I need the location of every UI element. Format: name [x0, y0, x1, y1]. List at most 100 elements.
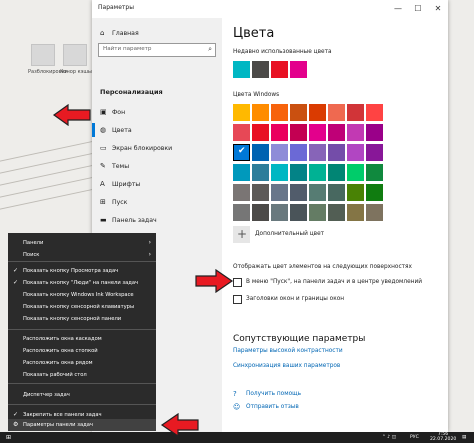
search-input[interactable]: Найти параметр ⌕	[98, 43, 216, 57]
maximize-button[interactable]: ☐	[408, 0, 428, 18]
color-swatch[interactable]	[309, 144, 326, 161]
menu-item[interactable]: Расположить окна каскадом	[8, 333, 156, 345]
check-icon: ✓	[13, 279, 19, 286]
sync-settings-link[interactable]: Синхронизация ваших параметров	[233, 363, 340, 369]
recent-color-swatch[interactable]	[290, 61, 307, 78]
color-swatch[interactable]	[290, 164, 307, 181]
menu-separator	[8, 329, 156, 330]
color-swatch[interactable]	[271, 204, 288, 221]
menu-item[interactable]: Показать кнопку сенсорной клавиатуры	[8, 301, 156, 313]
sidebar-item-home[interactable]: ⌂ Главная	[100, 26, 139, 40]
titlebars-checkbox[interactable]	[233, 295, 242, 304]
color-swatch[interactable]	[290, 184, 307, 201]
home-icon: ⌂	[100, 29, 105, 37]
color-swatch[interactable]	[290, 124, 307, 141]
color-swatch[interactable]	[252, 164, 269, 181]
color-swatch[interactable]	[347, 144, 364, 161]
color-swatch[interactable]	[252, 204, 269, 221]
color-swatch[interactable]	[233, 184, 250, 201]
color-swatch[interactable]	[271, 184, 288, 201]
page-title: Цвета	[233, 26, 275, 41]
color-swatch[interactable]	[271, 104, 288, 121]
color-swatch[interactable]	[328, 184, 345, 201]
color-swatch[interactable]	[347, 104, 364, 121]
title-bar[interactable]: Параметры — ☐ ✕	[92, 0, 448, 18]
color-swatch[interactable]	[328, 204, 345, 221]
color-swatch[interactable]	[366, 184, 383, 201]
sidebar-item-colors[interactable]: ◍ Цвета	[100, 123, 132, 137]
sidebar-item-themes[interactable]: ✎ Темы	[100, 159, 129, 173]
color-swatch[interactable]: ✔	[233, 144, 250, 161]
sidebar-item-background[interactable]: ▣ Фон	[100, 105, 125, 119]
menu-item[interactable]: ⚙ Параметры панели задач	[8, 419, 156, 431]
menu-item[interactable]: Показать кнопку Windows Ink Workspace	[8, 289, 156, 301]
menu-item[interactable]: Показать кнопку сенсорной панели	[8, 313, 156, 325]
sidebar-item-fonts[interactable]: A Шрифты	[100, 177, 140, 191]
minimize-button[interactable]: —	[388, 0, 408, 18]
menu-item[interactable]: Панели ›	[8, 237, 156, 249]
menu-item[interactable]: Расположить окна стопкой	[8, 345, 156, 357]
color-swatch[interactable]	[233, 124, 250, 141]
clock[interactable]: 7:56 22.07.2020	[430, 432, 456, 442]
color-swatch[interactable]	[252, 144, 269, 161]
menu-item[interactable]: ✓ Показать кнопку Просмотра задач	[8, 265, 156, 277]
color-swatch[interactable]	[328, 124, 345, 141]
section-title: Персонализация	[100, 88, 163, 96]
sidebar-item-taskbar[interactable]: ▬ Панель задач	[100, 213, 157, 227]
color-swatch[interactable]	[233, 164, 250, 181]
feedback-link[interactable]: Отправить отзыв	[246, 404, 299, 410]
sidebar-item-start[interactable]: ⊞ Пуск	[100, 195, 127, 209]
color-swatch[interactable]	[328, 164, 345, 181]
color-swatch[interactable]	[328, 104, 345, 121]
recent-color-swatch[interactable]	[252, 61, 269, 78]
color-swatch[interactable]	[366, 144, 383, 161]
high-contrast-link[interactable]: Параметры высокой контрастности	[233, 348, 343, 354]
color-swatch[interactable]	[252, 124, 269, 141]
close-button[interactable]: ✕	[428, 0, 448, 18]
color-swatch[interactable]	[347, 204, 364, 221]
color-swatch[interactable]	[233, 204, 250, 221]
color-swatch[interactable]	[309, 204, 326, 221]
color-swatch[interactable]	[271, 124, 288, 141]
color-swatch[interactable]	[290, 204, 307, 221]
menu-item-label: Показать кнопку Windows Ink Workspace	[23, 292, 134, 298]
menu-item[interactable]: ✓ Показать кнопку "Люди" на панели задач	[8, 277, 156, 289]
color-swatch[interactable]	[366, 164, 383, 181]
get-help-link[interactable]: Получить помощь	[246, 391, 301, 397]
desktop-icon[interactable]: Разблокировки	[28, 44, 68, 75]
color-swatch[interactable]	[290, 144, 307, 161]
color-swatch[interactable]	[366, 104, 383, 121]
color-swatch[interactable]	[233, 104, 250, 121]
tray-icons[interactable]: ⌃ ♪ ◫	[382, 435, 396, 440]
color-swatch[interactable]	[252, 104, 269, 121]
color-swatch[interactable]	[271, 144, 288, 161]
color-swatch[interactable]	[347, 124, 364, 141]
recent-color-swatch[interactable]	[233, 61, 250, 78]
menu-separator	[8, 261, 156, 262]
notification-icon[interactable]: ▤	[462, 435, 466, 440]
recent-color-swatch[interactable]	[271, 61, 288, 78]
desktop-icon[interactable]: Хонор кэшыми	[60, 44, 99, 75]
color-swatch[interactable]	[347, 164, 364, 181]
menu-item[interactable]: Диспетчер задач	[8, 389, 156, 401]
color-swatch[interactable]	[309, 184, 326, 201]
color-swatch[interactable]	[290, 104, 307, 121]
menu-item[interactable]: Показать рабочий стол	[8, 369, 156, 381]
color-swatch[interactable]	[347, 184, 364, 201]
color-swatch[interactable]	[309, 164, 326, 181]
menu-item[interactable]: Поиск ›	[8, 249, 156, 261]
language-indicator[interactable]: РУС	[410, 435, 419, 440]
color-swatch[interactable]	[271, 164, 288, 181]
taskbar: ⊞ ⌃ ♪ ◫ РУС 7:56 22.07.2020 ▤	[0, 432, 474, 443]
color-swatch[interactable]	[252, 184, 269, 201]
color-swatch[interactable]	[366, 124, 383, 141]
color-swatch[interactable]	[309, 104, 326, 121]
windows-start-icon[interactable]: ⊞	[6, 435, 11, 441]
color-swatch[interactable]	[309, 124, 326, 141]
color-swatch[interactable]	[366, 204, 383, 221]
sidebar-item-lock-screen[interactable]: ▭ Экран блокировки	[100, 141, 172, 155]
custom-color-button[interactable]: +	[233, 226, 250, 243]
menu-item[interactable]: Расположить окна рядом	[8, 357, 156, 369]
start-taskbar-checkbox[interactable]	[233, 278, 242, 287]
color-swatch[interactable]	[328, 144, 345, 161]
